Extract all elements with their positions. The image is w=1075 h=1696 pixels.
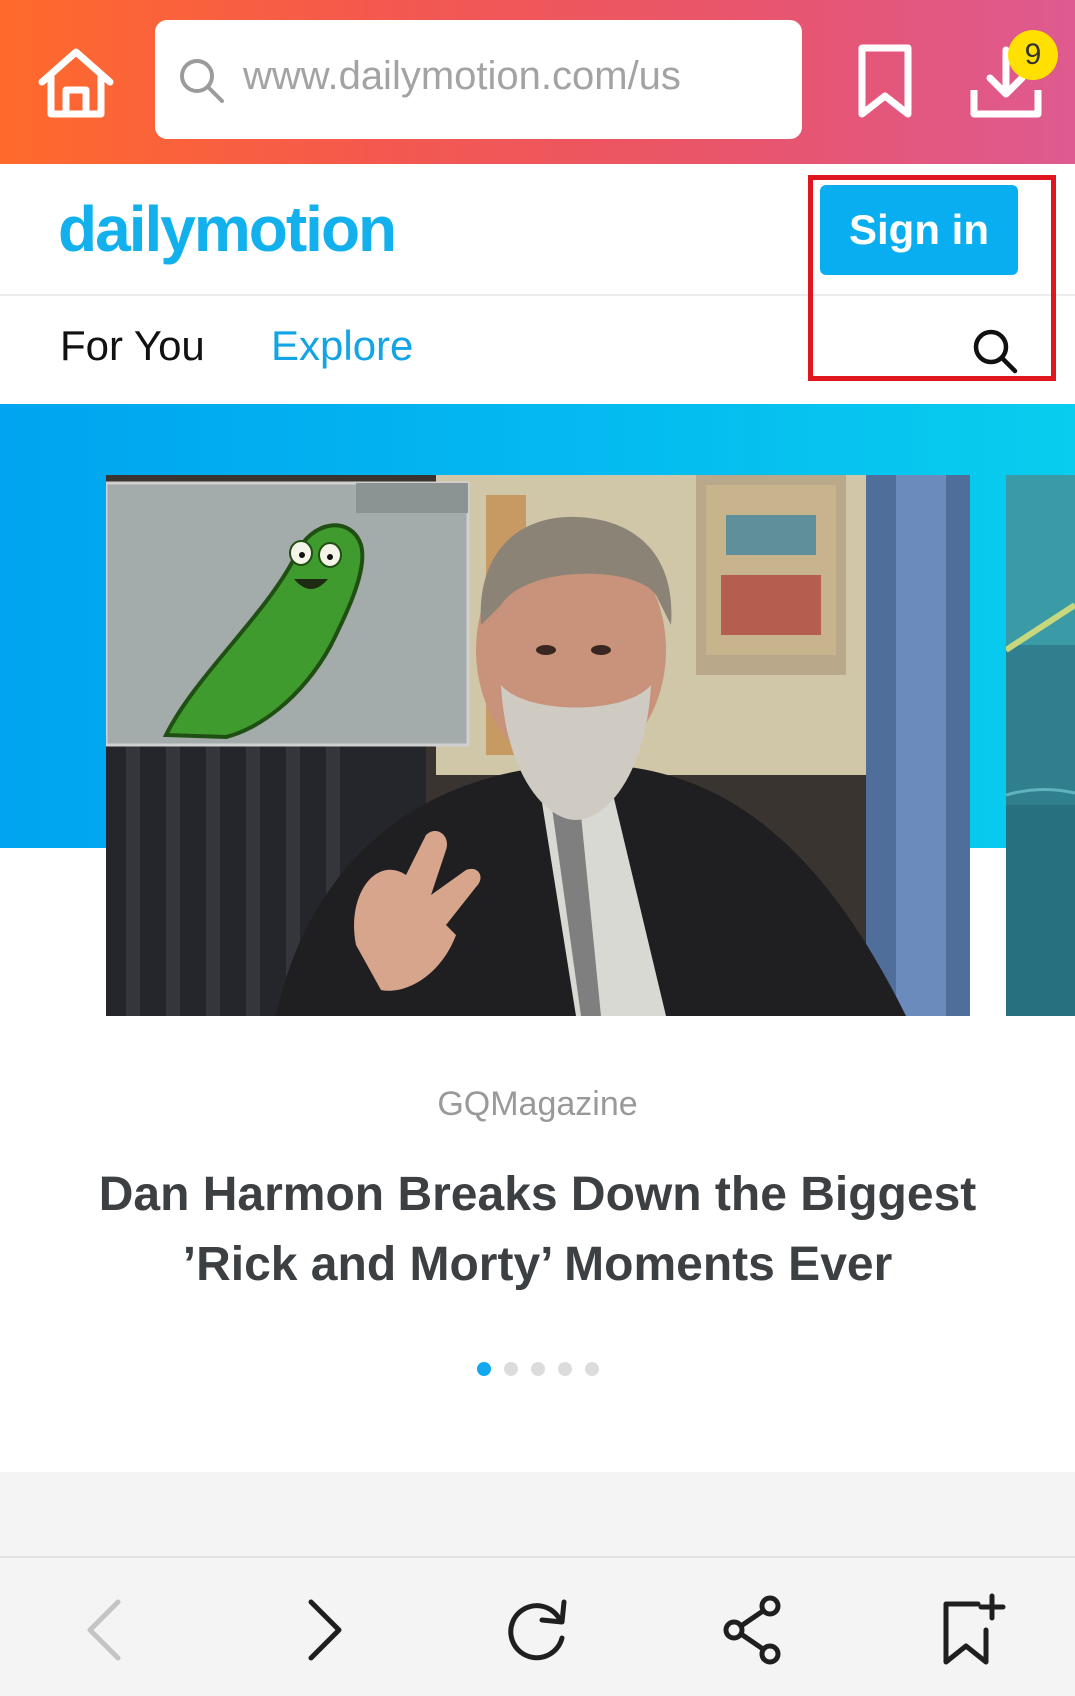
carousel-pagination: [0, 1362, 1075, 1376]
slide-video-title[interactable]: Dan Harmon Breaks Down the Biggest ’Rick…: [70, 1160, 1005, 1300]
bookmark-icon: [858, 44, 912, 118]
home-icon: [38, 48, 114, 118]
back-icon: [87, 1599, 121, 1661]
browser-top-bar: www.dailymotion.com/us 9: [0, 0, 1075, 164]
carousel-dot-2[interactable]: [503, 1362, 518, 1376]
bookmark-button[interactable]: [852, 44, 918, 120]
add-bookmark-button[interactable]: [930, 1590, 1010, 1670]
url-text: www.dailymotion.com/us: [243, 54, 681, 98]
download-count-badge: 9: [1008, 30, 1058, 80]
nav-tabs: For You Explore: [0, 298, 1075, 404]
site-search-button[interactable]: [970, 326, 1020, 376]
forward-button[interactable]: [283, 1590, 363, 1670]
carousel-dot-5[interactable]: [584, 1362, 599, 1376]
carousel-dot-4[interactable]: [557, 1362, 572, 1376]
reload-button[interactable]: [498, 1590, 578, 1670]
url-field[interactable]: www.dailymotion.com/us: [155, 20, 802, 139]
search-icon: [973, 329, 1018, 374]
share-button[interactable]: [714, 1590, 794, 1670]
featured-video-thumbnail[interactable]: [106, 475, 970, 1016]
home-button[interactable]: [36, 44, 116, 120]
sign-in-button[interactable]: Sign in: [820, 185, 1018, 275]
carousel-dot-1[interactable]: [476, 1362, 491, 1376]
thumbnail-image: [106, 475, 970, 1016]
search-icon: [180, 59, 224, 103]
tab-for-you[interactable]: For You: [60, 322, 205, 370]
slide-channel-name[interactable]: GQMagazine: [0, 1085, 1075, 1124]
next-slide-preview[interactable]: [1006, 475, 1075, 1016]
tab-explore[interactable]: Explore: [271, 322, 413, 370]
next-slide-image: [1006, 475, 1075, 1016]
content-separator: [0, 1472, 1075, 1556]
back-button[interactable]: [66, 1590, 146, 1670]
carousel-dot-3[interactable]: [530, 1362, 545, 1376]
dailymotion-logo[interactable]: dailymotion: [58, 192, 397, 266]
forward-icon: [308, 1599, 342, 1661]
reload-icon: [508, 1599, 567, 1661]
share-icon: [723, 1595, 781, 1665]
add-bookmark-icon: [943, 1593, 1006, 1665]
